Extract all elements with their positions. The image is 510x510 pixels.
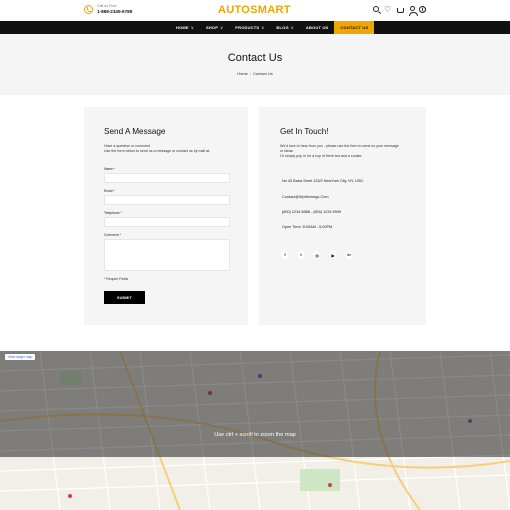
hours-text: Open Time: 8:00AM - 6:00PM (282, 225, 333, 229)
cart-icon[interactable] (397, 8, 404, 13)
breadcrumb-current: Contact Us (253, 71, 273, 76)
chevron-down-icon: ∨ (261, 25, 265, 30)
required-note: * Require Fields (104, 277, 129, 281)
nav-shop[interactable]: SHOP ∨ (200, 21, 229, 34)
form-intro: Have a question or comment Use the form … (104, 144, 211, 153)
social-links: f t ◎ ▶ in (281, 251, 353, 259)
email-label: Email * (104, 189, 115, 193)
heart-icon[interactable] (384, 6, 392, 14)
phone-text: (800) 1234 8888 - (800) 1234 9999 (282, 210, 342, 214)
nav-products[interactable]: PRODUCTS ∨ (229, 21, 270, 34)
chevron-down-icon: ∨ (220, 25, 224, 30)
comment-field[interactable] (104, 239, 230, 271)
breadcrumb-home[interactable]: Home (237, 71, 248, 76)
page-title: Contact Us (227, 52, 283, 64)
name-field[interactable] (104, 173, 230, 183)
youtube-icon[interactable]: ▶ (329, 251, 337, 259)
view-larger-map-link[interactable]: View larger map (5, 354, 36, 360)
nav-contact-us[interactable]: CONTACT US (334, 21, 375, 34)
search-icon[interactable] (373, 6, 379, 12)
linkedin-icon[interactable]: in (345, 251, 353, 259)
site-logo[interactable]: AUTOSMART (218, 5, 291, 16)
top-header: Call us Free: 1-888-2345-6789 AUTOSMART (0, 0, 510, 21)
chevron-down-icon: ∨ (290, 25, 294, 30)
contact-info-panel: Get In Touch! We'd love to hear from you… (259, 107, 426, 325)
twitter-icon[interactable]: t (297, 251, 305, 259)
email-field[interactable] (104, 195, 230, 205)
call-info[interactable]: Call us Free: 1-888-2345-6789 (84, 4, 132, 15)
globe-icon[interactable] (419, 6, 426, 13)
address-text: No 40 Baria Sreet 133/2 NewYork City, NY… (282, 179, 365, 183)
comment-label: Comment * (104, 233, 121, 237)
call-number[interactable]: 1-888-2345-6789 (97, 9, 132, 15)
page-hero: Contact Us Home / Contact Us (0, 34, 510, 95)
message-form-panel: Send A Message Have a question or commen… (84, 107, 248, 325)
telephone-field[interactable] (104, 217, 230, 227)
nav-home[interactable]: HOME ∨ (170, 21, 200, 34)
breadcrumb: Home / Contact Us (237, 71, 273, 76)
user-icon[interactable] (409, 6, 418, 16)
form-title: Send A Message (104, 127, 166, 136)
map-scroll-overlay (0, 351, 510, 457)
chevron-down-icon: ∨ (190, 25, 194, 30)
telephone-label: Telephone * (104, 211, 122, 215)
facebook-icon[interactable]: f (281, 251, 289, 259)
submit-button[interactable]: SUBMIT (104, 291, 145, 304)
phone-icon (84, 5, 93, 15)
name-label: Name * (104, 167, 116, 171)
nav-about-us[interactable]: ABOUT US (300, 21, 335, 34)
map-zoom-hint: Use ctrl + scroll to zoom the map (214, 432, 296, 438)
nav-blog[interactable]: BLOG ∨ (270, 21, 300, 34)
touch-intro: We'd love to hear from you - please use … (280, 144, 399, 158)
touch-title: Get In Touch! (280, 127, 329, 136)
main-nav: HOME ∨ SHOP ∨ PRODUCTS ∨ BLOG ∨ ABOUT US CON… (0, 21, 510, 34)
instagram-icon[interactable]: ◎ (313, 251, 321, 259)
header-utilities (373, 6, 426, 16)
email-text[interactable]: Contact@Wpthemego.Com (282, 195, 328, 199)
embedded-map[interactable]: View larger map Use ctrl + scroll to zoo… (0, 351, 510, 510)
